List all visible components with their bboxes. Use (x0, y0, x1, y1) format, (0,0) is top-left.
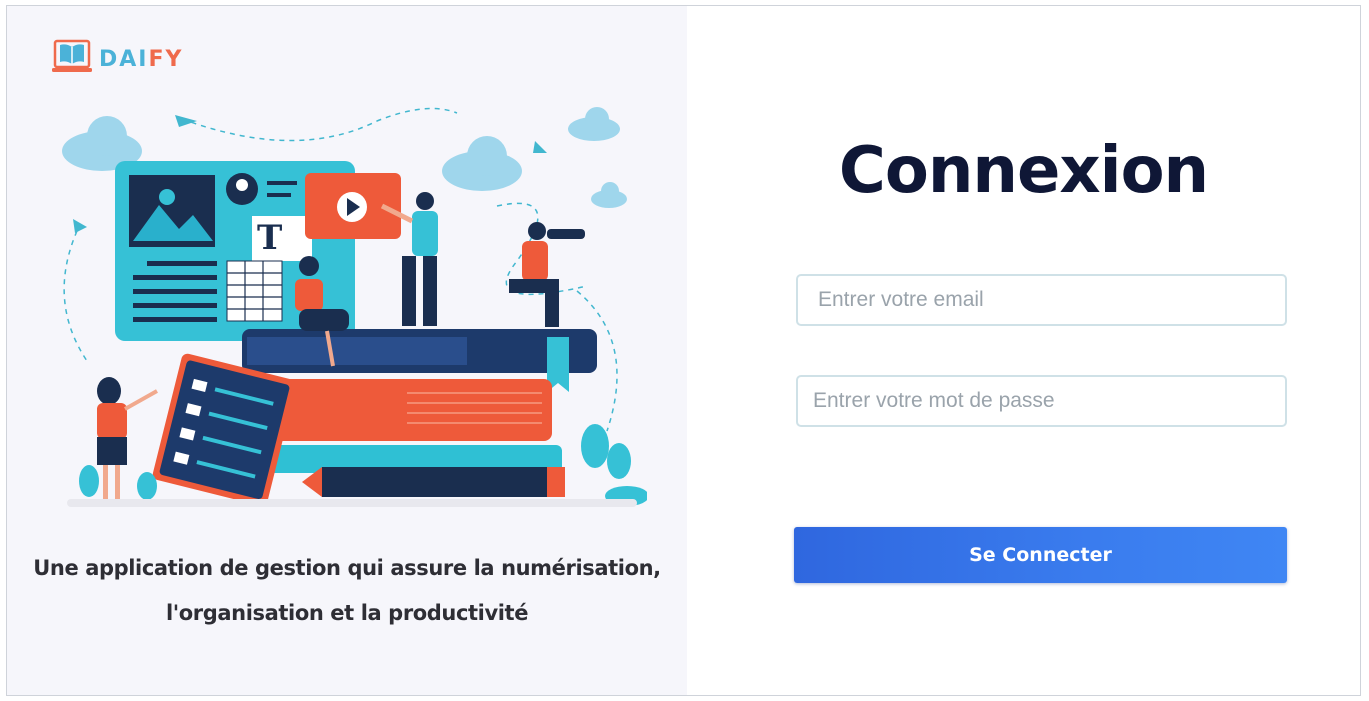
tagline-line-2: l'organisation et la productivité (165, 601, 529, 625)
tagline-line-1: Une application de gestion qui assure la… (33, 556, 661, 580)
hero-panel: DAIFY T Une application de gestion qui a… (7, 6, 687, 695)
book-laptop-logo-icon (51, 37, 93, 82)
svg-text:T: T (257, 218, 282, 258)
login-panel: Connexion Se Connecter (687, 6, 1360, 695)
illustration-image: T (62, 107, 647, 507)
page-title: Connexion (838, 134, 1209, 208)
login-button[interactable]: Se Connecter (794, 527, 1287, 583)
password-field[interactable] (796, 375, 1287, 427)
brand-logo[interactable]: DAIFY (51, 37, 183, 82)
email-field[interactable] (796, 274, 1287, 326)
login-window: DAIFY T Une application de gestion qui a… (6, 5, 1361, 696)
tagline: Une application de gestion qui assure la… (7, 546, 687, 636)
brand-name: DAIFY (99, 47, 184, 72)
